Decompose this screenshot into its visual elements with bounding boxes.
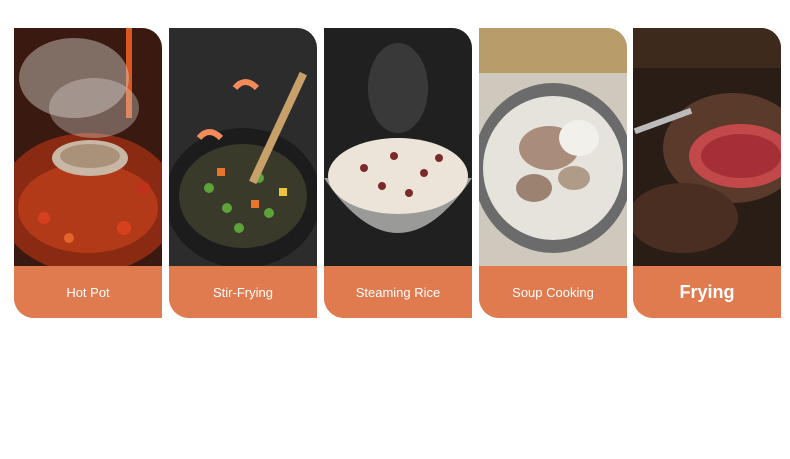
card-label: Hot Pot	[14, 266, 162, 318]
cooking-mode-card-soup-cooking: Soup Cooking	[479, 28, 627, 318]
card-label: Steaming Rice	[324, 266, 472, 318]
hot-pot-photo	[14, 28, 162, 266]
card-label: Soup Cooking	[479, 266, 627, 318]
cooking-mode-card-stir-frying: Stir-Frying	[169, 28, 317, 318]
steak-photo	[633, 28, 781, 266]
cooking-mode-card-frying: Frying	[633, 28, 781, 318]
card-label: Stir-Frying	[169, 266, 317, 318]
cooking-mode-card-hot-pot: Hot Pot	[14, 28, 162, 318]
card-label: Frying	[633, 266, 781, 318]
steamed-rice-photo	[324, 28, 472, 266]
soup-photo	[479, 28, 627, 266]
cooking-mode-card-steaming-rice: Steaming Rice	[324, 28, 472, 318]
stir-fry-photo	[169, 28, 317, 266]
